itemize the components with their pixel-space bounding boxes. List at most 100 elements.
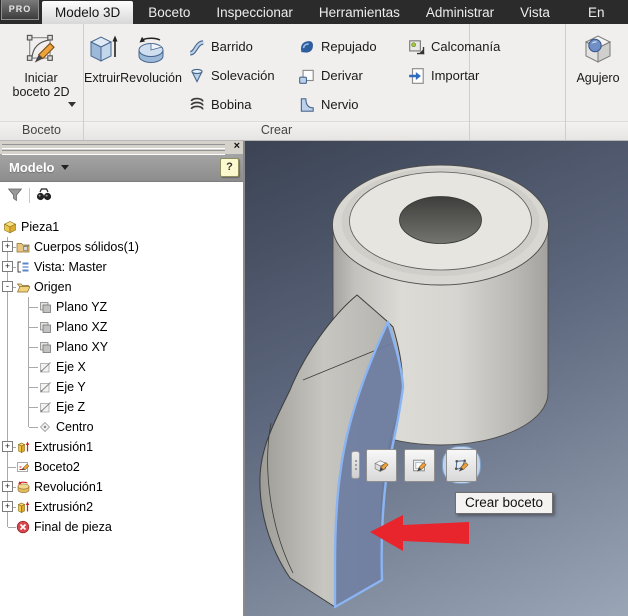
edit-sketch-button[interactable] <box>404 448 435 482</box>
model-tree: Pieza1 + Cuerpos sólidos(1) + Vista: Master -… <box>0 209 243 616</box>
create-sketch-icon <box>453 457 470 474</box>
ribbon-button-agujero[interactable]: Agujero <box>570 24 626 121</box>
mini-toolbar[interactable] <box>351 446 481 484</box>
ribbon-button-solevacion[interactable]: Solevación <box>188 63 292 88</box>
create-sketch-button[interactable] <box>446 448 477 482</box>
tree-item-cuerpos-solidos-1[interactable]: + Cuerpos sólidos(1) <box>0 237 243 257</box>
hole-top[interactable] <box>399 196 482 244</box>
plane-icon <box>38 320 52 334</box>
tree-connector <box>29 407 38 408</box>
hole-icon <box>580 29 616 69</box>
sweep-icon <box>188 38 206 56</box>
ribbon-button-label: Barrido <box>210 39 253 54</box>
tree-item-eje-y[interactable]: Eje Y <box>0 377 243 397</box>
ribbon-tab-bar: PRO Modelo 3D Boceto Inspeccionar Herramien… <box>0 0 628 24</box>
solid-bodies-icon <box>16 240 31 254</box>
revolution-icon <box>16 480 30 494</box>
ribbon-button-label: Solevación <box>210 68 275 83</box>
axis-icon <box>38 400 52 414</box>
ribbon-button-nervio[interactable]: Nervio <box>298 92 402 117</box>
tree-expander[interactable]: + <box>2 481 13 492</box>
panel-toolbar <box>0 182 243 209</box>
panel-grip <box>2 144 225 149</box>
ribbon-button-extruir[interactable]: Extruir <box>84 24 120 121</box>
tree-expander[interactable]: - <box>2 281 13 292</box>
tree-item-label: Vista: Master <box>34 260 107 274</box>
tab-modelo-3d[interactable]: Modelo 3D <box>42 1 134 24</box>
tree-item-plano-xz[interactable]: Plano XZ <box>0 317 243 337</box>
extrude-icon <box>84 29 120 69</box>
ribbon-button-column: Barrido Solevación Bobina <box>182 34 292 121</box>
tree-expander[interactable]: + <box>2 501 13 512</box>
panel-title[interactable]: Modelo <box>9 160 55 175</box>
chevron-down-icon[interactable] <box>60 165 69 170</box>
revolve-icon <box>133 29 169 69</box>
tree-item-label: Cuerpos sólidos(1) <box>34 240 139 254</box>
tree-item-label: Extrusión1 <box>34 440 94 454</box>
tree-item-pieza1[interactable]: Pieza1 <box>0 217 243 237</box>
ribbon-button-label: Agujero <box>576 71 620 85</box>
tree-item-label: Revolución1 <box>34 480 103 494</box>
plane-icon <box>38 300 52 314</box>
loft-icon <box>188 67 206 85</box>
tab-en[interactable]: En <box>577 1 616 24</box>
filter-icon[interactable] <box>7 187 25 205</box>
tooltip: Crear boceto <box>455 492 554 514</box>
ribbon-button-derivar[interactable]: Derivar <box>298 63 402 88</box>
help-button[interactable]: ? <box>220 158 239 177</box>
ribbon-button-label: Iniciar boceto 2D <box>12 71 70 99</box>
close-icon[interactable]: × <box>234 140 240 153</box>
part-3d[interactable] <box>245 141 628 616</box>
tree-expander[interactable]: + <box>2 261 13 272</box>
ribbon-button-iniciar-boceto-2d[interactable]: Iniciar boceto 2D <box>0 24 82 121</box>
toolbar-grip-icon[interactable] <box>351 451 360 479</box>
ribbon-group-label: Crear <box>84 121 469 140</box>
tree-connector <box>29 347 38 348</box>
tree-item-plano-xy[interactable]: Plano XY <box>0 337 243 357</box>
tree-item-label: Origen <box>34 280 72 294</box>
part-icon <box>3 220 17 234</box>
ribbon-button-bobina[interactable]: Bobina <box>188 92 292 117</box>
tree-item-extrusion2[interactable]: + Extrusión2 <box>0 497 243 517</box>
panel-title-strip[interactable]: × <box>0 140 243 155</box>
tree-item-eje-x[interactable]: Eje X <box>0 357 243 377</box>
viewport-3d[interactable]: Crear boceto <box>245 141 628 616</box>
tree-expander[interactable]: + <box>2 241 13 252</box>
rib-icon <box>298 96 316 114</box>
dropdown-caret-icon[interactable] <box>68 102 76 108</box>
edit-feature-icon <box>373 457 390 474</box>
tree-item-centro[interactable]: Centro <box>0 417 243 437</box>
ribbon-button-repujado[interactable]: Repujado <box>298 34 402 59</box>
tab-administrar[interactable]: Administrar <box>415 1 505 24</box>
edit-feature-button[interactable] <box>366 448 397 482</box>
tree-item-eje-z[interactable]: Eje Z <box>0 397 243 417</box>
tree-connector <box>29 387 38 388</box>
view-rep-icon <box>16 260 30 274</box>
extrusion-icon <box>16 440 30 454</box>
tree-item-extrusion1[interactable]: + Extrusión1 <box>0 437 243 457</box>
tab-vista[interactable]: Vista <box>509 1 561 24</box>
tree-item-label: Boceto2 <box>34 460 80 474</box>
ribbon-button-revolucion[interactable]: Revolución <box>120 24 182 121</box>
import-icon <box>408 67 426 85</box>
tab-boceto[interactable]: Boceto <box>137 1 201 24</box>
tab-herramientas[interactable]: Herramientas <box>308 1 411 24</box>
tree-connector <box>8 527 16 528</box>
ribbon-group-crear: Extruir Revolución Barrido Solevación Bobi… <box>84 24 500 140</box>
tree-item-origen[interactable]: - Origen <box>0 277 243 297</box>
tree-item-boceto2[interactable]: Boceto2 <box>0 457 243 477</box>
tab-inspeccionar[interactable]: Inspeccionar <box>205 1 304 24</box>
find-icon[interactable] <box>36 187 54 205</box>
tree-item-final-de-pieza[interactable]: Final de pieza <box>0 517 243 537</box>
ribbon-group-agujero: Agujero <box>566 24 628 140</box>
derive-icon <box>298 67 316 85</box>
tree-expander[interactable]: + <box>2 441 13 452</box>
emboss-icon <box>298 38 316 56</box>
end-of-part-icon <box>16 520 30 534</box>
tree-item-revolucion1[interactable]: + Revolución1 <box>0 477 243 497</box>
toolbar-separator <box>29 188 30 203</box>
ribbon-button-barrido[interactable]: Barrido <box>188 34 292 59</box>
tree-item-plano-yz[interactable]: Plano YZ <box>0 297 243 317</box>
mini-toolbar-buttons <box>366 446 481 484</box>
tree-item-vista-master[interactable]: + Vista: Master <box>0 257 243 277</box>
